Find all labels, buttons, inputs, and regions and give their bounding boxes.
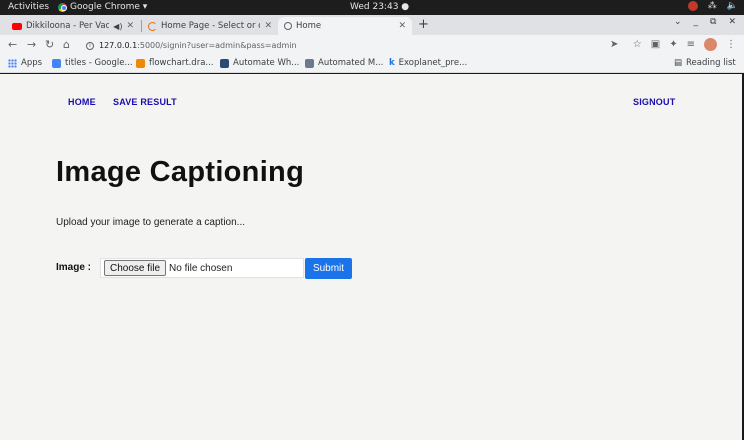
url-host: 127.0.0.1 <box>99 41 138 50</box>
bookmark-item[interactable]: Automate Wh... <box>220 58 299 68</box>
nav-signout-link[interactable]: SIGNOUT <box>633 97 675 107</box>
tab-title: Dikkiloona - Per Vacha <box>26 21 110 31</box>
toolbar-actions: ☆ ▣ ✦ ≡ ⋮ <box>633 38 736 51</box>
page-subtitle: Upload your image to generate a caption.… <box>56 217 246 228</box>
image-icon <box>305 58 314 68</box>
media-queue-icon[interactable]: ≡ <box>687 39 695 50</box>
google-docs-icon <box>52 58 61 68</box>
tab-title: Home Page - Select or cre <box>161 21 261 31</box>
bookmark-item[interactable]: flowchart.dra... <box>136 58 214 68</box>
bookmark-apps[interactable]: Apps <box>8 58 42 68</box>
tab-dikkiloona[interactable]: Dikkiloona - Per Vacha ◀) ✕ <box>6 17 140 35</box>
network-icon[interactable]: ⁂ <box>708 1 717 11</box>
bookmark-item[interactable]: Automated M... <box>305 58 383 68</box>
bookmark-label: Apps <box>21 58 43 68</box>
close-window-icon[interactable]: ✕ <box>728 17 736 27</box>
apps-grid-icon <box>8 58 17 68</box>
browser-toolbar: ← → ↻ ⌂ i 127.0.0.1:5000/signin?user=adm… <box>0 35 744 56</box>
reading-list-icon: ▤ <box>674 58 683 68</box>
system-top-bar: Activities Google Chrome ▾ Wed 23:43 ● ⁂… <box>0 0 744 15</box>
speaker-icon[interactable]: ◀) <box>113 22 122 31</box>
app-menu-label: Google Chrome ▾ <box>70 2 148 12</box>
kaggle-icon: k <box>389 58 395 68</box>
bookmark-label: Automate Wh... <box>233 58 300 68</box>
tab-title: Home <box>296 21 322 31</box>
new-tab-button[interactable]: + <box>418 17 429 32</box>
reload-icon[interactable]: ↻ <box>45 38 54 51</box>
reading-list[interactable]: ▤ Reading list <box>674 58 736 68</box>
no-file-text: No file chosen <box>169 262 233 274</box>
page-title: Image Captioning <box>56 156 305 188</box>
bookmarks-bar: Apps titles - Google... flowchart.dra...… <box>0 56 744 73</box>
nav-save-result-link[interactable]: SAVE RESULT <box>113 97 177 107</box>
restore-icon[interactable]: ⧉ <box>710 17 716 27</box>
minimize-icon[interactable]: _ <box>694 17 699 27</box>
nav-home-link[interactable]: HOME <box>68 97 96 107</box>
image-file-input[interactable]: Choose file No file chosen <box>100 258 304 278</box>
bookmark-item[interactable]: titles - Google... <box>52 58 133 68</box>
bookmark-label: Automated M... <box>318 58 384 68</box>
bookmark-star-icon[interactable]: ☆ <box>633 39 642 50</box>
bookmark-item[interactable]: k Exoplanet_pre... <box>389 58 467 68</box>
drawio-icon <box>136 58 145 68</box>
activities-button[interactable]: Activities <box>8 2 49 12</box>
home-icon[interactable]: ⌂ <box>63 38 70 51</box>
system-tray[interactable]: ⁂ 🔈 <box>687 1 738 11</box>
address-bar[interactable]: i 127.0.0.1:5000/signin?user=admin&pass=… <box>80 37 648 54</box>
back-icon[interactable]: ← <box>8 38 17 51</box>
profile-avatar[interactable] <box>704 38 717 51</box>
bookmark-label: Exoplanet_pre... <box>398 58 468 68</box>
loading-ring-icon <box>148 21 157 31</box>
app-menu[interactable]: Google Chrome ▾ <box>58 2 147 12</box>
tab-search-icon[interactable]: ⌄ <box>674 17 682 27</box>
volume-icon[interactable]: 🔈 <box>727 1 738 11</box>
image-label: Image : <box>56 262 92 273</box>
close-tab-icon[interactable]: ✕ <box>126 21 134 31</box>
menu-icon[interactable]: ⋮ <box>726 39 736 50</box>
choose-file-button[interactable]: Choose file <box>104 260 167 276</box>
page-icon <box>220 58 229 68</box>
info-icon[interactable]: i <box>86 41 94 50</box>
forward-icon[interactable]: → <box>27 38 36 51</box>
window-controls: ⌄ _ ⧉ ✕ <box>674 17 736 27</box>
bookmark-label: titles - Google... <box>65 58 133 68</box>
globe-icon <box>284 22 292 30</box>
recording-icon[interactable] <box>687 1 698 11</box>
clock[interactable]: Wed 23:43 ● <box>350 2 409 12</box>
extension-icon[interactable]: ▣ <box>651 39 660 50</box>
close-tab-icon[interactable]: ✕ <box>264 21 272 31</box>
close-tab-icon[interactable]: ✕ <box>398 21 406 31</box>
reading-list-label: Reading list <box>686 58 736 68</box>
bookmark-label: flowchart.dra... <box>149 58 214 68</box>
web-page: HOME SAVE RESULT SIGNOUT Image Captionin… <box>0 74 742 440</box>
tab-home-page-select[interactable]: Home Page - Select or cre ✕ <box>142 17 278 35</box>
chrome-icon <box>58 2 67 12</box>
tab-home[interactable]: Home ✕ <box>278 17 412 35</box>
send-tab-icon[interactable]: ➤ <box>610 39 618 50</box>
puzzle-icon[interactable]: ✦ <box>669 39 677 50</box>
tab-strip: Dikkiloona - Per Vacha ◀) ✕ Home Page - … <box>0 15 744 35</box>
submit-button[interactable]: Submit <box>305 258 352 279</box>
url-path: :5000/signin?user=admin&pass=admin <box>137 41 297 50</box>
youtube-icon <box>12 22 22 30</box>
